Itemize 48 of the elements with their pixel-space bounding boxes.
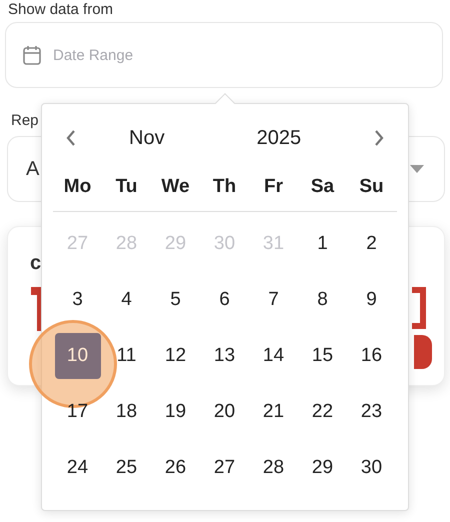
- day-cell[interactable]: 30: [348, 445, 394, 491]
- day-cell[interactable]: 26: [152, 445, 198, 491]
- day-cell[interactable]: 2: [348, 221, 394, 267]
- day-cell[interactable]: 4: [104, 277, 150, 323]
- day-cell[interactable]: 23: [348, 389, 394, 435]
- caret-icon: [410, 165, 424, 173]
- day-cell[interactable]: 29: [300, 445, 346, 491]
- card-title: c: [30, 251, 42, 275]
- day-cell[interactable]: 3: [54, 277, 100, 323]
- day-cell[interactable]: 22: [300, 389, 346, 435]
- day-cell[interactable]: 1: [300, 221, 346, 267]
- day-cell[interactable]: 28: [250, 445, 296, 491]
- day-cell[interactable]: 27: [202, 445, 248, 491]
- field-label: Show data from: [7, 0, 114, 20]
- day-cell[interactable]: 13: [202, 333, 248, 379]
- day-cell[interactable]: 15: [300, 333, 346, 379]
- day-cell[interactable]: 20: [202, 389, 248, 435]
- day-cell[interactable]: 8: [300, 277, 346, 323]
- weekday-label: Tu: [116, 174, 138, 199]
- day-cell[interactable]: 25: [104, 445, 150, 491]
- day-cell[interactable]: 11: [104, 333, 150, 379]
- day-cell[interactable]: 18: [104, 389, 150, 435]
- day-cell[interactable]: 16: [348, 333, 394, 379]
- calendar-icon: [23, 45, 41, 65]
- weekday-label: Fr: [264, 174, 283, 199]
- day-cell[interactable]: 12: [152, 333, 198, 379]
- day-cell[interactable]: 19: [152, 389, 198, 435]
- day-cell[interactable]: 14: [250, 333, 296, 379]
- field-label: Rep: [10, 111, 39, 131]
- month-label[interactable]: Nov: [129, 123, 165, 153]
- date-range-field[interactable]: Date Range: [5, 22, 443, 88]
- year-label[interactable]: 2025: [256, 123, 302, 153]
- weekday-label: We: [161, 174, 190, 199]
- weekday-label: Sa: [310, 174, 334, 199]
- weekday-label: Th: [212, 174, 236, 199]
- day-cell[interactable]: 9: [348, 277, 394, 323]
- day-cell[interactable]: 7: [250, 277, 296, 323]
- weekday-label: Mo: [64, 174, 92, 199]
- day-cell[interactable]: 5: [152, 277, 198, 323]
- next-month-button[interactable]: [372, 128, 386, 148]
- day-cell[interactable]: 21: [250, 389, 296, 435]
- bracket-icon: [412, 287, 426, 329]
- rounded-shape-icon: [414, 335, 432, 369]
- weekday-label: Su: [359, 174, 384, 199]
- day-cell[interactable]: 10: [54, 333, 100, 379]
- day-cell[interactable]: 24: [54, 445, 100, 491]
- day-cell[interactable]: 6: [202, 277, 248, 323]
- previous-month-button[interactable]: [64, 128, 78, 148]
